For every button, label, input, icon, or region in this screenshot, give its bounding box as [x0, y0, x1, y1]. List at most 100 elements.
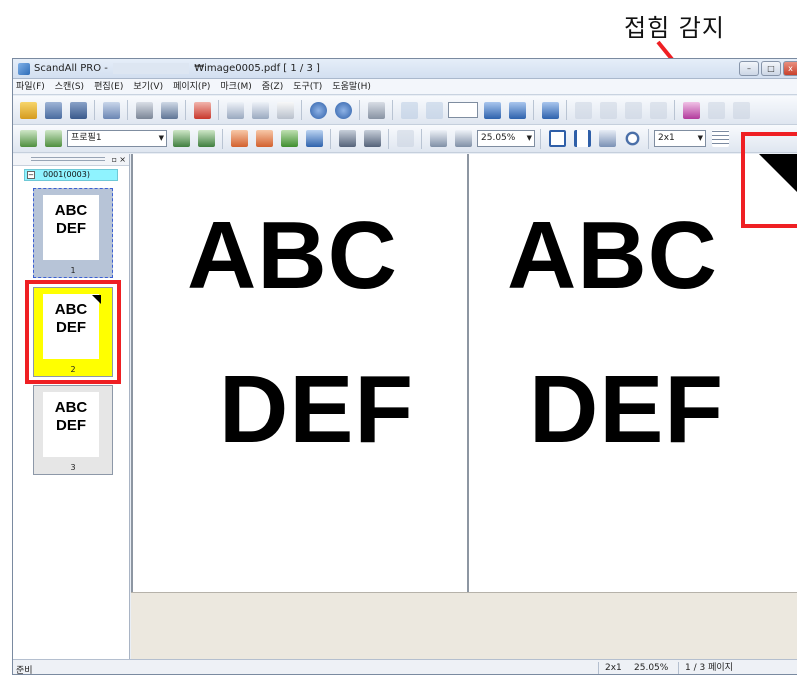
- thumbnail-text-line2: DEF: [56, 417, 86, 434]
- magnifier-icon: [623, 130, 641, 147]
- edit-profile-button[interactable]: [170, 128, 192, 150]
- panel-grip[interactable]: [31, 157, 105, 161]
- batch-scan-button[interactable]: [336, 128, 358, 150]
- thumbnail-panel-header: ▫ ×: [13, 154, 129, 166]
- collapse-group-icon[interactable]: −: [27, 171, 35, 179]
- menu-file[interactable]: 파일(F): [16, 79, 45, 94]
- blank-page-button[interactable]: [274, 99, 296, 121]
- scan-profile-button[interactable]: [17, 128, 39, 150]
- zoom-in-button[interactable]: [427, 128, 449, 150]
- grid-view-button[interactable]: [709, 128, 731, 150]
- window-controls: – □ x: [739, 61, 797, 76]
- copy-button[interactable]: [224, 99, 246, 121]
- secondary-toolbar: 프로필1 ▼ 25.05% ▼ 2x1 ▼: [13, 125, 797, 153]
- insert-page-icon: [574, 101, 592, 119]
- menu-view[interactable]: 보기(V): [133, 79, 163, 94]
- toolbar-separator: [218, 100, 219, 120]
- link-button[interactable]: [303, 128, 325, 150]
- redacted-path: [113, 63, 189, 74]
- maximize-button[interactable]: □: [761, 61, 781, 76]
- thumbnail-page-1[interactable]: ABC DEF 1: [33, 188, 113, 278]
- export-button[interactable]: [228, 128, 250, 150]
- page-number-input[interactable]: [448, 102, 478, 118]
- document-view[interactable]: ABC DEF ABC DEF: [131, 154, 797, 659]
- actual-size-button[interactable]: [596, 128, 618, 150]
- rotate-right-button[interactable]: [332, 99, 354, 121]
- scandall-app-icon: [18, 63, 30, 75]
- menu-scan[interactable]: 스캔(S): [55, 79, 84, 94]
- panel-close-icon[interactable]: ×: [119, 154, 126, 165]
- magnifier-button[interactable]: [621, 128, 643, 150]
- fit-width-button[interactable]: [571, 128, 593, 150]
- thumbnail-page-3[interactable]: ABC DEF 3: [33, 385, 113, 475]
- layout-select[interactable]: 2x1 ▼: [654, 130, 706, 147]
- ocr-button[interactable]: [394, 128, 416, 150]
- replace-page-button[interactable]: [597, 99, 619, 121]
- zoom-in-icon: [429, 130, 447, 147]
- close-button[interactable]: x: [783, 61, 797, 76]
- thumbnail-text-line2: DEF: [56, 220, 86, 237]
- menu-edit[interactable]: 편집(E): [94, 79, 123, 94]
- blank-page-icon: [276, 101, 294, 119]
- save-button[interactable]: [42, 99, 64, 121]
- menu-help[interactable]: 도움말(H): [332, 79, 371, 94]
- mark-next-icon: [707, 101, 725, 119]
- scandall-window: ScandAll PRO - ₩image0005.pdf [ 1 / 3 ] …: [12, 58, 797, 675]
- check-mark-button[interactable]: [680, 99, 702, 121]
- insert-page-button[interactable]: [572, 99, 594, 121]
- menu-mark[interactable]: 마크(M): [220, 79, 251, 94]
- page-group-row[interactable]: − 0001(0003): [24, 169, 118, 181]
- panel-restore-icon[interactable]: ▫: [112, 154, 117, 165]
- batch-settings-button[interactable]: [361, 128, 383, 150]
- scan-settings-button[interactable]: [42, 128, 64, 150]
- last-page-icon: [508, 101, 526, 119]
- send-button[interactable]: [278, 128, 300, 150]
- rotate-left-button[interactable]: [307, 99, 329, 121]
- edit-profile-icon: [172, 130, 190, 147]
- next-page-icon: [483, 101, 501, 119]
- thumbnail-text-line2: DEF: [56, 319, 86, 336]
- toolbar-separator: [392, 100, 393, 120]
- zoom-out-button[interactable]: [452, 128, 474, 150]
- open-folder-button[interactable]: [17, 99, 39, 121]
- page1-text-abc: ABC: [187, 202, 398, 309]
- scan-profile-icon: [19, 130, 37, 147]
- page-group-label: 0001(0003): [43, 170, 90, 179]
- toolbar-separator: [94, 100, 95, 120]
- thumbnail-number: 1: [70, 266, 76, 275]
- menu-zoom[interactable]: 줌(Z): [262, 79, 283, 94]
- mark-next-button[interactable]: [705, 99, 727, 121]
- ocr-icon: [396, 130, 414, 147]
- profile-manager-button[interactable]: [195, 128, 217, 150]
- move-page-button[interactable]: [622, 99, 644, 121]
- go-to-page-button[interactable]: [539, 99, 561, 121]
- minimize-button[interactable]: –: [739, 61, 759, 76]
- fit-page-button[interactable]: [546, 128, 568, 150]
- first-page-icon: [400, 101, 418, 119]
- previous-page-button[interactable]: [423, 99, 445, 121]
- trash-button[interactable]: [365, 99, 387, 121]
- delete-page-button[interactable]: [191, 99, 213, 121]
- print-button[interactable]: [133, 99, 155, 121]
- save-as-button[interactable]: [67, 99, 89, 121]
- status-bar: 준비 2x1 25.05% 1 / 3 페이지: [13, 659, 797, 674]
- thumbnail-image: ABC DEF: [43, 195, 99, 260]
- last-page-button[interactable]: [506, 99, 528, 121]
- first-page-button[interactable]: [398, 99, 420, 121]
- remove-page-button[interactable]: [647, 99, 669, 121]
- mark-clear-button[interactable]: [730, 99, 752, 121]
- chevron-down-icon: ▼: [526, 134, 532, 142]
- layout-select-value: 2x1: [658, 133, 675, 143]
- paste-button[interactable]: [249, 99, 271, 121]
- scan-button[interactable]: [158, 99, 180, 121]
- thumbnail-page-2[interactable]: ABC DEF 2: [33, 287, 113, 377]
- import-button[interactable]: [253, 128, 275, 150]
- zoom-select[interactable]: 25.05% ▼: [477, 130, 535, 147]
- menu-tools[interactable]: 도구(T): [293, 79, 322, 94]
- properties-button[interactable]: [100, 99, 122, 121]
- remove-page-icon: [649, 101, 667, 119]
- chevron-down-icon: ▼: [697, 134, 703, 142]
- next-page-button[interactable]: [481, 99, 503, 121]
- menu-page[interactable]: 페이지(P): [173, 79, 210, 94]
- profile-select[interactable]: 프로필1 ▼: [67, 130, 167, 147]
